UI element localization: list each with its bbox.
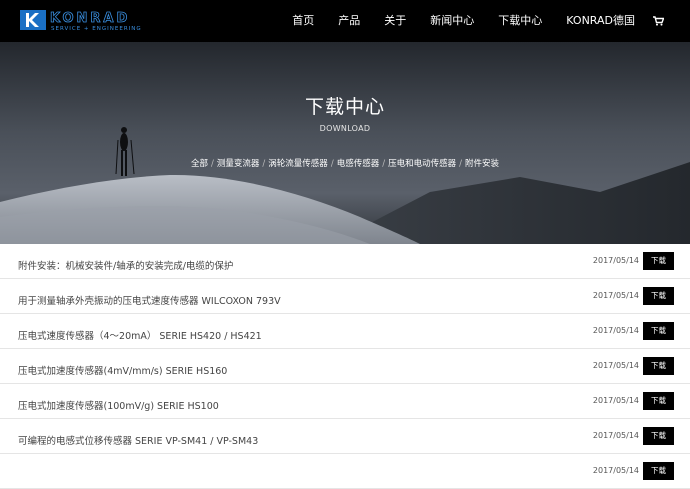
nav-konrad-germany[interactable]: KONRAD德国: [554, 0, 647, 42]
separator: /: [459, 159, 462, 169]
nav-home[interactable]: 首页: [280, 0, 326, 42]
page-subtitle: DOWNLOAD: [319, 124, 371, 133]
download-title[interactable]: 压电式加速度传感器(4mV/mm/s) SERIE HS160: [18, 363, 227, 377]
download-button[interactable]: 下载: [643, 287, 674, 305]
download-date: 2017/05/14: [592, 361, 639, 370]
download-date: 2017/05/14: [592, 291, 639, 300]
logo-wordmark: KONRAD: [50, 11, 130, 26]
filter-inductive-sensors[interactable]: 电感传感器: [337, 159, 380, 169]
filter-all[interactable]: 全部: [191, 159, 208, 169]
main-nav: 首页 产品 关于 新闻中心 下载中心 KONRAD德国: [280, 0, 664, 42]
download-title[interactable]: 可编程的电感式位移传感器 SERIE VP-SM41 / VP-SM43: [18, 433, 258, 447]
nav-news[interactable]: 新闻中心: [418, 0, 486, 42]
konrad-logo[interactable]: KONRAD SERVICE + ENGINEERING: [20, 10, 165, 32]
logo-tagline: SERVICE + ENGINEERING: [51, 26, 142, 32]
filter-piezo-electrodynamic-sensors[interactable]: 压电和电动传感器: [388, 159, 456, 169]
cart-icon[interactable]: [647, 0, 664, 42]
separator: /: [262, 159, 266, 169]
download-date: 2017/05/14: [592, 396, 639, 405]
download-title[interactable]: 附件安装：机械安装件/轴承的安装完成/电缆的保护: [18, 258, 233, 272]
nav-downloads[interactable]: 下载中心: [486, 0, 554, 42]
nav-products[interactable]: 产品: [326, 0, 372, 42]
download-title[interactable]: 压电式速度传感器（4～20mA） SERIE HS420 / HS421: [18, 328, 262, 342]
download-title[interactable]: 用于测量轴承外壳振动的压电式速度传感器 WILCOXON 793V: [18, 293, 281, 307]
page-title: 下载中心: [304, 96, 385, 118]
download-row: 用于测量轴承外壳振动的压电式速度传感器 WILCOXON 793V 2017/0…: [0, 279, 690, 314]
download-date: 2017/05/14: [592, 256, 639, 265]
download-button[interactable]: 下载: [643, 322, 674, 340]
top-navbar: KONRAD SERVICE + ENGINEERING 首页 产品 关于 新闻…: [0, 0, 690, 42]
download-title[interactable]: 压电式加速度传感器(100mV/g) SERIE HS100: [18, 398, 219, 412]
separator: /: [211, 159, 214, 169]
download-list: 附件安装：机械安装件/轴承的安装完成/电缆的保护 2017/05/14 下载 用…: [0, 244, 690, 489]
download-button[interactable]: 下载: [643, 357, 674, 375]
download-row: 附件安装：机械安装件/轴承的安装完成/电缆的保护 2017/05/14 下载: [0, 244, 690, 279]
download-row: 压电式加速度传感器(100mV/g) SERIE HS100 2017/05/1…: [0, 384, 690, 419]
download-row: 可编程的电感式位移传感器 SERIE VP-SM41 / VP-SM43 201…: [0, 419, 690, 454]
filter-accessory-installation[interactable]: 附件安装: [465, 159, 499, 169]
nav-about[interactable]: 关于: [372, 0, 418, 42]
separator: /: [330, 159, 334, 169]
filter-measurement-transducers[interactable]: 测量变流器: [217, 159, 260, 169]
download-button[interactable]: 下载: [643, 392, 674, 410]
download-button[interactable]: 下载: [643, 252, 674, 270]
download-row: 压电式速度传感器（4～20mA） SERIE HS420 / HS421 201…: [0, 314, 690, 349]
download-row: 2017/05/14 下载: [0, 454, 690, 489]
download-date: 2017/05/14: [592, 431, 639, 440]
filter-turbine-flow-sensors[interactable]: 涡轮流量传感器: [268, 159, 328, 169]
download-button[interactable]: 下载: [643, 427, 674, 445]
category-filter: 全部 / 测量变流器 / 涡轮流量传感器 / 电感传感器 / 压电和电动传感器 / 附件安装: [0, 157, 690, 169]
download-date: 2017/05/14: [592, 326, 639, 335]
hero-banner: 下载中心 DOWNLOAD 全部 / 测量变流器 / 涡轮流量传感器 / 电感传感器 / 压电和…: [0, 42, 690, 244]
separator: /: [382, 159, 386, 169]
download-row: 压电式加速度传感器(4mV/mm/s) SERIE HS160 2017/05/…: [0, 349, 690, 384]
mountain-background-image: [0, 42, 690, 244]
download-date: 2017/05/14: [592, 466, 639, 475]
